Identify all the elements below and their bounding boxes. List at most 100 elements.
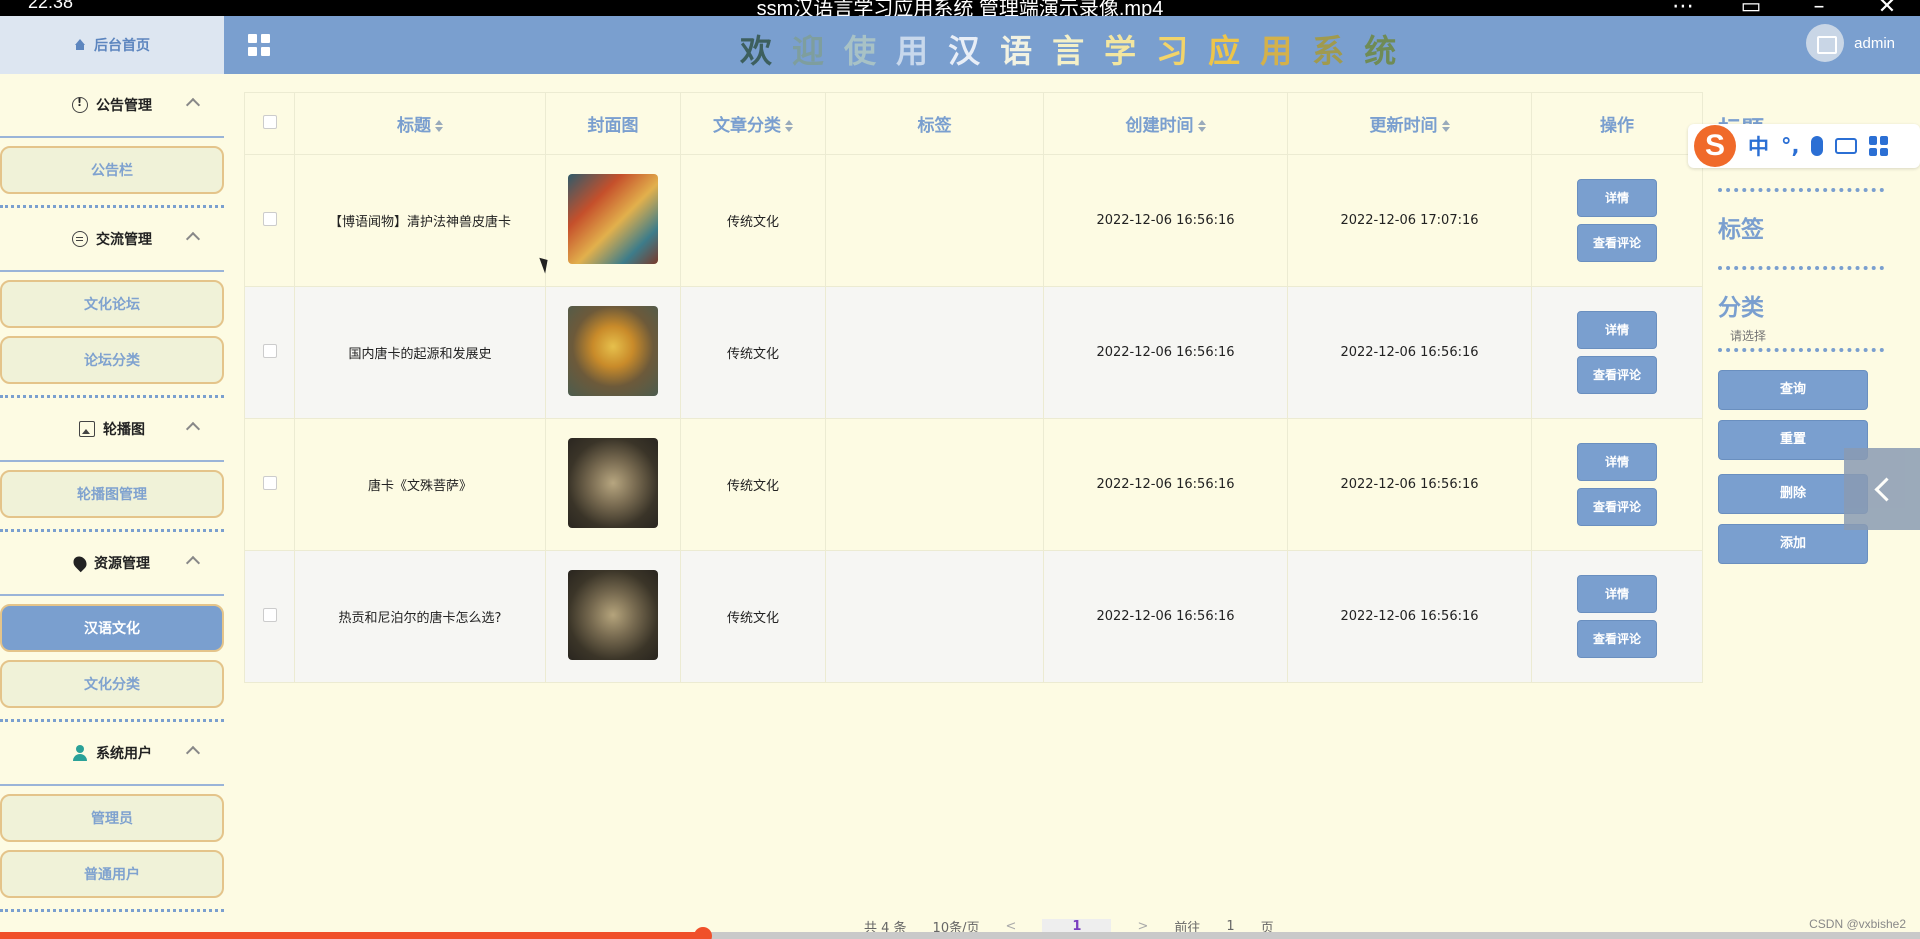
sidebar-group-label: 交流管理 [96,232,152,248]
chevron-up-icon[interactable] [185,745,201,761]
user-menu[interactable]: admin [1806,24,1895,62]
cover-image[interactable] [568,305,658,396]
group-divider [0,194,224,208]
chevron-up-icon[interactable] [185,555,201,571]
cell-category: 传统文化 [680,418,826,551]
sidebar-group-4[interactable]: 系统用户 [0,722,224,786]
sidebar-item[interactable]: 文化论坛 [0,280,224,328]
detail-button[interactable]: 详情 [1577,575,1657,613]
cell-created: 2022-12-06 16:56:16 [1043,154,1288,287]
sidebar-group-3[interactable]: 资源管理 [0,532,224,596]
title-char: 学 [1104,32,1157,70]
title-char: 用 [896,32,949,70]
title-char: 使 [844,32,897,70]
sidebar-item[interactable]: 文化分类 [0,660,224,708]
sidebar-item[interactable]: 论坛分类 [0,336,224,384]
article-table: 标题 封面图 文章分类 标签 创建时间 更新时间 操作 【博语闻物】清护法神兽皮… [244,92,1703,683]
col-updated[interactable]: 更新时间 [1287,92,1532,155]
sort-icon[interactable] [1197,120,1206,132]
title-filter-input[interactable] [1718,188,1884,192]
view-comments-button[interactable]: 查看评论 [1577,224,1657,262]
sort-icon[interactable] [1441,120,1450,132]
cell-title: 国内唐卡的起源和发展史 [294,286,546,419]
cell-created: 2022-12-06 16:56:16 [1043,550,1288,683]
user-icon [72,745,88,761]
cell-category: 传统文化 [680,286,826,419]
minimize-icon[interactable]: – [1808,0,1830,16]
ime-punctuation[interactable]: °, [1781,134,1799,158]
title-char: 习 [1156,32,1209,70]
sidebar-item[interactable]: 普通用户 [0,850,224,898]
apps-icon[interactable] [1869,136,1889,156]
row-checkbox[interactable] [262,475,277,490]
keyboard-icon[interactable] [1835,138,1858,154]
home-link[interactable]: 后台首页 [0,16,224,74]
sogou-logo-icon[interactable]: S [1694,125,1736,167]
row-checkbox[interactable] [262,211,277,226]
col-title[interactable]: 标题 [294,92,546,155]
tag-filter-input[interactable] [1718,266,1884,270]
category-select[interactable] [1730,326,1890,346]
cell-updated: 2022-12-06 16:56:16 [1287,418,1532,551]
sidebar-group-2[interactable]: 轮播图 [0,398,224,462]
tag-filter-label: 标签 [1718,217,1764,243]
sort-icon[interactable] [435,120,443,132]
microphone-icon[interactable] [1811,136,1824,156]
title-char: 统 [1364,32,1417,70]
sidebar-item[interactable]: 轮播图管理 [0,470,224,518]
video-progress-bar[interactable] [0,927,1920,939]
select-all-checkbox[interactable] [262,114,277,129]
sidebar-group-1[interactable]: 交流管理 [0,208,224,272]
col-category[interactable]: 文章分类 [680,92,826,155]
detail-button[interactable]: 详情 [1577,443,1657,481]
app-header: 后台首页 欢迎使用汉语言学习应用系统 admin [0,16,1920,74]
category-underline [1718,348,1884,352]
sidebar: 公告管理公告栏交流管理文化论坛论坛分类轮播图轮播图管理资源管理汉语文化文化分类系… [0,74,224,939]
cell-category: 传统文化 [680,154,826,287]
picture-in-picture-icon[interactable]: ▭ [1740,0,1762,16]
row-checkbox[interactable] [262,343,277,358]
menu-toggle-icon[interactable] [248,34,270,56]
cell-title: 【博语闻物】清护法神兽皮唐卡 [294,154,546,287]
cover-image[interactable] [568,569,658,660]
add-button[interactable]: 添加 [1718,524,1868,564]
view-comments-button[interactable]: 查看评论 [1577,488,1657,526]
group-divider [0,898,224,912]
table-row: 【博语闻物】清护法神兽皮唐卡 传统文化 2022-12-06 16:56:16 … [244,154,1703,287]
player-window-controls: ⋯ ▭ – ✕ [1672,0,1898,16]
video-progress-fill [0,932,703,939]
detail-button[interactable]: 详情 [1577,179,1657,217]
close-icon[interactable]: ✕ [1876,0,1898,16]
query-button[interactable]: 查询 [1718,370,1868,410]
cell-tag [825,418,1044,551]
col-created[interactable]: 创建时间 [1043,92,1288,155]
cover-image[interactable] [568,173,658,264]
group-divider [0,708,224,722]
more-icon[interactable]: ⋯ [1672,0,1694,16]
detail-button[interactable]: 详情 [1577,311,1657,349]
sidebar-group-label: 系统用户 [96,746,152,762]
sidebar-item[interactable]: 管理员 [0,794,224,842]
video-progress-handle[interactable] [693,927,712,939]
cell-updated: 2022-12-06 16:56:16 [1287,286,1532,419]
cell-title: 唐卡《文殊菩萨》 [294,418,546,551]
ime-chinese-mode[interactable]: 中 [1748,131,1769,161]
view-comments-button[interactable]: 查看评论 [1577,620,1657,658]
chevron-up-icon[interactable] [185,421,201,437]
collapse-panel-tab[interactable] [1844,448,1920,530]
username: admin [1854,34,1895,52]
video-player-top-bar: 22:38 ssm汉语言学习应用系统 管理端演示录像.mp4 ⋯ ▭ – ✕ [0,0,1920,16]
home-icon [74,39,86,51]
row-checkbox[interactable] [262,607,277,622]
sort-icon[interactable] [785,120,793,132]
chevron-up-icon[interactable] [185,97,201,113]
cover-image[interactable] [568,437,658,528]
sidebar-group-0[interactable]: 公告管理 [0,74,224,138]
view-comments-button[interactable]: 查看评论 [1577,356,1657,394]
title-char: 语 [1000,32,1053,70]
title-char: 欢 [740,32,793,70]
chevron-up-icon[interactable] [185,231,201,247]
sidebar-item[interactable]: 公告栏 [0,146,224,194]
cell-category: 传统文化 [680,550,826,683]
sidebar-item[interactable]: 汉语文化 [0,604,224,652]
